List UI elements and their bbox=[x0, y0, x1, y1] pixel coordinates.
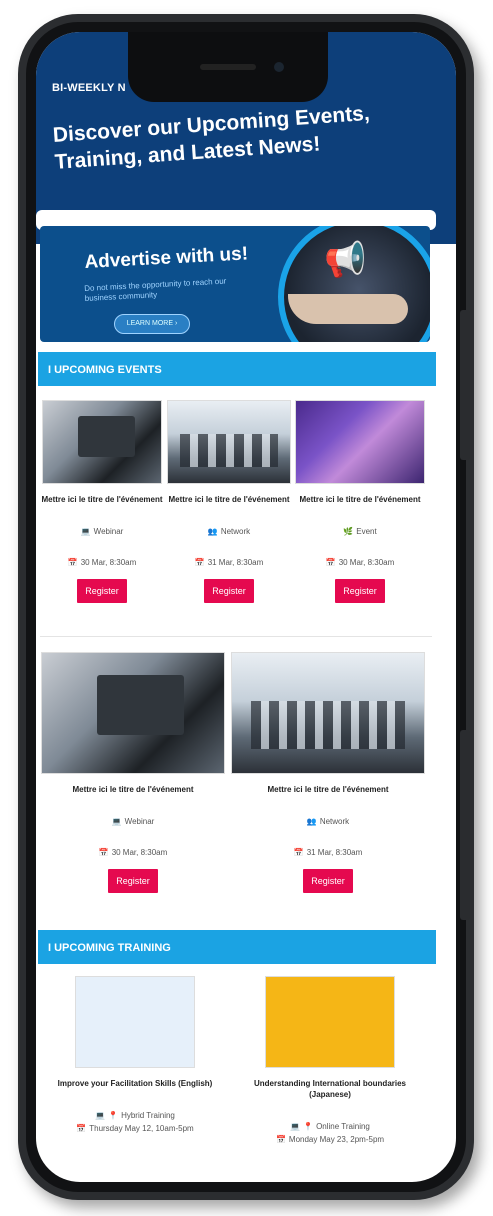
calendar-icon: 📅 bbox=[98, 848, 109, 857]
training-card: Improve your Facilitation Skills (Englis… bbox=[40, 976, 230, 1133]
megaphone-icon: 📢 bbox=[324, 241, 367, 279]
front-camera bbox=[274, 62, 284, 72]
calendar-icon: 📅 bbox=[194, 558, 205, 567]
event-type: 👥 Network bbox=[306, 817, 350, 826]
event-date: 📅 31 Mar, 8:30am bbox=[293, 848, 363, 857]
training-image[interactable] bbox=[75, 976, 195, 1068]
training-date: 📅 Thursday May 12, 10am-5pm bbox=[76, 1124, 194, 1133]
phone-screen: BI-WEEKLY N Discover our Upcoming Events… bbox=[36, 32, 456, 1182]
advertise-banner[interactable]: Advertise with us! Do not miss the oppor… bbox=[40, 226, 430, 342]
people-icon: 👥 bbox=[306, 817, 317, 826]
event-card: Mettre ici le titre de l'événement 👥 Netw… bbox=[166, 400, 292, 603]
notch bbox=[128, 32, 328, 102]
event-image[interactable] bbox=[231, 652, 425, 774]
event-image[interactable] bbox=[42, 400, 162, 484]
upcoming-events-header: I UPCOMING EVENTS bbox=[38, 352, 436, 386]
event-date: 📅 30 Mar, 8:30am bbox=[98, 848, 168, 857]
hero-title: Discover our Upcoming Events, Training, … bbox=[52, 101, 371, 174]
training-image[interactable] bbox=[265, 976, 395, 1068]
row-divider bbox=[40, 636, 432, 637]
event-type: 👥 Network bbox=[207, 527, 251, 536]
training-card: Understanding International boundaries (… bbox=[234, 976, 426, 1144]
speaker bbox=[200, 64, 256, 70]
side-button-lower bbox=[460, 730, 470, 920]
event-date: 📅 30 Mar, 8:30am bbox=[325, 558, 395, 567]
side-button bbox=[460, 310, 470, 460]
hand-icon bbox=[288, 294, 408, 324]
training-title[interactable]: Improve your Facilitation Skills (Englis… bbox=[40, 1078, 230, 1089]
laptop-icon: 💻 bbox=[290, 1122, 301, 1131]
calendar-icon: 📅 bbox=[67, 558, 78, 567]
register-button[interactable]: Register bbox=[303, 869, 353, 893]
event-type: 🌿 Event bbox=[343, 527, 377, 536]
register-button[interactable]: Register bbox=[77, 579, 127, 603]
event-image[interactable] bbox=[41, 652, 225, 774]
training-type: 💻 📍 Online Training bbox=[290, 1122, 370, 1131]
calendar-icon: 📅 bbox=[325, 558, 336, 567]
event-date: 📅 30 Mar, 8:30am bbox=[67, 558, 137, 567]
training-date: 📅 Monday May 23, 2pm-5pm bbox=[275, 1135, 385, 1144]
event-card: Mettre ici le titre de l'événement 💻 Webi… bbox=[40, 400, 164, 603]
event-type: 💻 Webinar bbox=[80, 527, 124, 536]
register-button[interactable]: Register bbox=[108, 869, 158, 893]
event-title[interactable]: Mettre ici le titre de l'événement bbox=[230, 784, 426, 795]
people-icon: 👥 bbox=[207, 527, 218, 536]
learn-more-button[interactable]: LEARN MORE › bbox=[114, 314, 190, 334]
event-image[interactable] bbox=[295, 400, 425, 484]
event-title[interactable]: Mettre ici le titre de l'événement bbox=[40, 494, 164, 505]
laptop-icon: 💻 bbox=[111, 817, 122, 826]
upcoming-training-header: I UPCOMING TRAINING bbox=[38, 930, 436, 964]
event-date: 📅 31 Mar, 8:30am bbox=[194, 558, 264, 567]
location-pin-icon: 📍 bbox=[303, 1122, 314, 1131]
event-card: Mettre ici le titre de l'événement 💻 Webi… bbox=[40, 652, 226, 893]
location-pin-icon: 📍 bbox=[108, 1111, 119, 1120]
laptop-icon: 💻 bbox=[95, 1111, 106, 1120]
event-title[interactable]: Mettre ici le titre de l'événement bbox=[166, 494, 292, 505]
calendar-icon: 📅 bbox=[76, 1124, 87, 1133]
event-image[interactable] bbox=[167, 400, 291, 484]
newsletter-kicker: BI-WEEKLY N bbox=[52, 82, 126, 94]
event-title[interactable]: Mettre ici le titre de l'événement bbox=[40, 784, 226, 795]
ad-title: Advertise with us! bbox=[84, 243, 249, 273]
plant-icon: 🌿 bbox=[343, 527, 354, 536]
calendar-icon: 📅 bbox=[275, 1135, 286, 1144]
calendar-icon: 📅 bbox=[293, 848, 304, 857]
register-button[interactable]: Register bbox=[335, 579, 385, 603]
ad-subtitle: Do not miss the opportunity to reach our… bbox=[84, 276, 227, 303]
event-card: Mettre ici le titre de l'événement 🌿 Even… bbox=[294, 400, 426, 603]
training-type: 💻 📍 Hybrid Training bbox=[95, 1111, 175, 1120]
event-title[interactable]: Mettre ici le titre de l'événement bbox=[294, 494, 426, 505]
event-type: 💻 Webinar bbox=[111, 817, 155, 826]
laptop-icon: 💻 bbox=[80, 527, 91, 536]
register-button[interactable]: Register bbox=[204, 579, 254, 603]
event-card: Mettre ici le titre de l'événement 👥 Netw… bbox=[230, 652, 426, 893]
training-title[interactable]: Understanding International boundaries (… bbox=[234, 1078, 426, 1100]
